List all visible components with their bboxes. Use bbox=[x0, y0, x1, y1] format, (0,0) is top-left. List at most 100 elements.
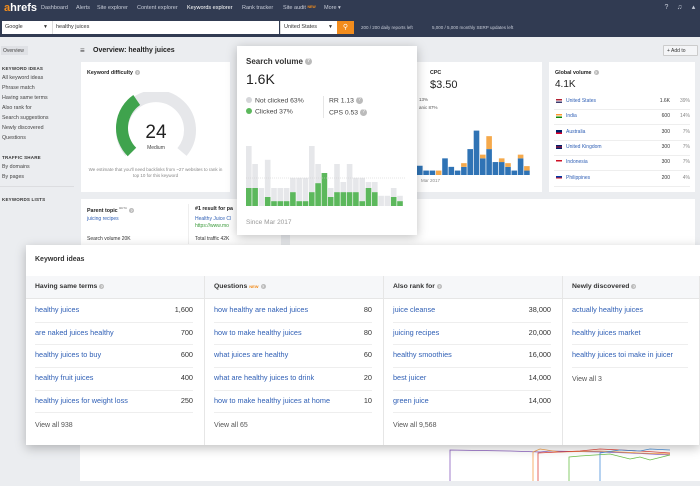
help-icon[interactable]: ? bbox=[99, 283, 105, 289]
engine-select[interactable]: Google ▼ bbox=[2, 21, 52, 34]
view-all-link[interactable]: View all 9,568 bbox=[393, 422, 436, 429]
clicked-bar[interactable] bbox=[283, 201, 290, 206]
help-icon[interactable]: ? bbox=[663, 4, 670, 11]
country-link[interactable]: India bbox=[566, 113, 577, 119]
organic-bar[interactable] bbox=[511, 170, 518, 175]
paid-bar[interactable] bbox=[505, 163, 511, 167]
keyword-link[interactable]: what are healthy juices to drink bbox=[214, 373, 314, 382]
keyword-link[interactable]: how to make healthy juices at home bbox=[214, 396, 330, 405]
keyword-link[interactable]: what juices are healthy bbox=[214, 350, 288, 359]
sidebar-item[interactable]: Search suggestions bbox=[2, 115, 49, 121]
view-all-link[interactable]: View all 65 bbox=[214, 422, 248, 429]
clicked-bar[interactable] bbox=[290, 192, 296, 206]
country-link[interactable]: United Kingdom bbox=[566, 144, 602, 150]
country-link[interactable]: United States bbox=[566, 98, 596, 104]
keyword-link[interactable]: best juicer bbox=[393, 373, 426, 382]
clicked-bar[interactable] bbox=[277, 201, 284, 206]
help-icon[interactable]: ? bbox=[360, 109, 368, 116]
nav-site-audit[interactable]: Site audit NEW bbox=[283, 5, 316, 11]
organic-bar[interactable] bbox=[505, 166, 511, 175]
clicked-bar[interactable] bbox=[252, 188, 258, 206]
clicked-bar[interactable] bbox=[271, 201, 277, 206]
volume-bar[interactable] bbox=[258, 188, 265, 206]
organic-bar[interactable] bbox=[417, 165, 423, 175]
organic-bar[interactable] bbox=[442, 158, 448, 175]
help-icon[interactable]: ? bbox=[631, 283, 637, 289]
keyword-link[interactable]: juice cleanse bbox=[393, 305, 435, 314]
clicked-bar[interactable] bbox=[365, 188, 372, 206]
organic-bar[interactable] bbox=[517, 158, 524, 175]
clicked-bar[interactable] bbox=[397, 201, 403, 206]
organic-bar[interactable] bbox=[454, 170, 461, 175]
paid-bar[interactable] bbox=[517, 154, 524, 159]
paid-bar[interactable] bbox=[524, 166, 530, 171]
organic-bar[interactable] bbox=[486, 149, 492, 175]
paid-bar[interactable] bbox=[461, 163, 467, 167]
sidebar-item[interactable]: Newly discovered bbox=[2, 125, 44, 131]
nav-rank-tracker[interactable]: Rank tracker bbox=[242, 5, 273, 11]
organic-bar[interactable] bbox=[429, 170, 436, 175]
clicked-bar[interactable] bbox=[340, 192, 347, 206]
volume-bar[interactable] bbox=[378, 195, 384, 206]
sidebar-item[interactable]: Having same terms bbox=[2, 95, 48, 101]
menu-icon[interactable]: ≡ bbox=[80, 46, 85, 55]
keyword-link[interactable]: healthy juices to buy bbox=[35, 350, 101, 359]
organic-bar[interactable] bbox=[448, 166, 455, 175]
clicked-bar[interactable] bbox=[353, 192, 359, 206]
keyword-link[interactable]: healthy fruit juices bbox=[35, 373, 93, 382]
clicked-bar[interactable] bbox=[246, 188, 252, 206]
sidebar-item-overview[interactable]: Overview bbox=[1, 46, 28, 55]
sidebar-item[interactable]: Questions bbox=[2, 135, 26, 141]
help-icon[interactable]: ? bbox=[436, 283, 442, 289]
nav-alerts[interactable]: Alerts bbox=[76, 5, 90, 11]
country-select[interactable]: United States ▼ bbox=[280, 21, 337, 34]
organic-bar[interactable] bbox=[480, 158, 486, 175]
user-icon[interactable]: ▴ bbox=[690, 4, 697, 11]
organic-bar[interactable] bbox=[423, 170, 429, 175]
organic-bar[interactable] bbox=[473, 130, 480, 175]
keyword-link[interactable]: healthy juices market bbox=[572, 328, 641, 337]
help-icon[interactable]: ? bbox=[304, 58, 312, 66]
sidebar-item[interactable]: By domains bbox=[2, 164, 30, 170]
ahrefs-logo[interactable]: ahrefs bbox=[4, 2, 37, 14]
organic-bar[interactable] bbox=[492, 162, 499, 175]
country-link[interactable]: Philippines bbox=[566, 175, 590, 181]
view-all-link[interactable]: View all 3 bbox=[572, 376, 602, 383]
nav-content-explorer[interactable]: Content explorer bbox=[137, 5, 178, 11]
clicked-bar[interactable] bbox=[315, 183, 321, 206]
add-to-button[interactable]: + Add to bbox=[663, 45, 698, 56]
parent-topic-link[interactable]: juicing recipes bbox=[87, 216, 119, 222]
keyword-input[interactable]: healthy juices bbox=[52, 21, 279, 34]
search-button[interactable]: ⚲ bbox=[337, 21, 354, 34]
organic-bar[interactable] bbox=[461, 166, 467, 175]
help-icon[interactable]: ? bbox=[355, 97, 363, 104]
clicked-bar[interactable] bbox=[372, 192, 378, 206]
sidebar-item[interactable]: By pages bbox=[2, 174, 24, 180]
volume-bar[interactable] bbox=[384, 195, 391, 206]
keyword-link[interactable]: green juice bbox=[393, 396, 429, 405]
clicked-bar[interactable] bbox=[264, 197, 271, 206]
sidebar-item[interactable]: All keyword ideas bbox=[2, 75, 43, 81]
keyword-link[interactable]: healthy juices toi make in juicer bbox=[572, 350, 673, 359]
keyword-link[interactable]: how to make healthy juices bbox=[214, 328, 302, 337]
organic-bar[interactable] bbox=[498, 162, 505, 175]
clicked-bar[interactable] bbox=[346, 192, 353, 206]
keyword-link[interactable]: juicing recipes bbox=[393, 328, 439, 337]
clicked-bar[interactable] bbox=[390, 197, 397, 206]
clicked-bar[interactable] bbox=[309, 192, 315, 206]
clicked-bar[interactable] bbox=[296, 201, 302, 206]
clicked-bar[interactable] bbox=[359, 201, 365, 206]
notes-icon[interactable] bbox=[679, 4, 686, 11]
help-icon[interactable]: ? bbox=[260, 283, 266, 289]
sidebar-item[interactable]: Phrase match bbox=[2, 85, 35, 91]
organic-bar[interactable] bbox=[467, 149, 473, 175]
country-link[interactable]: Indonesia bbox=[566, 159, 588, 165]
clicked-bar[interactable] bbox=[302, 201, 309, 206]
help-icon[interactable]: ? bbox=[129, 207, 135, 213]
clicked-bar[interactable] bbox=[327, 197, 334, 206]
nav-site-explorer[interactable]: Site explorer bbox=[97, 5, 128, 11]
keyword-link[interactable]: healthy smoothies bbox=[393, 350, 452, 359]
top-result-link[interactable]: Healthy Juice Cl bbox=[195, 216, 231, 222]
sidebar-item[interactable]: Also rank for bbox=[2, 105, 32, 111]
paid-bar[interactable] bbox=[498, 158, 505, 163]
